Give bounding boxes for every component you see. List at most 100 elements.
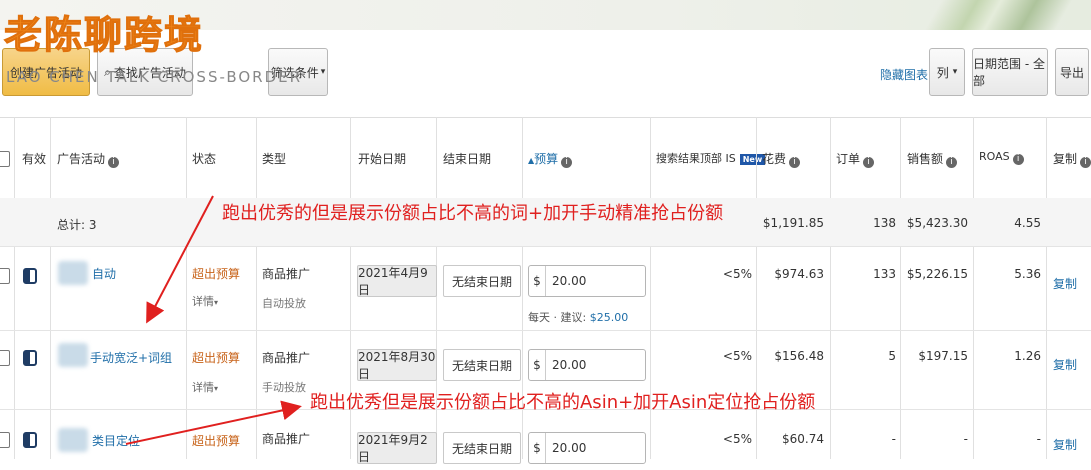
status-detail-label: 详情 [192, 295, 214, 308]
table-row: 自动 超出预算 详情▾ 商品推广 自动投放 2021年4月9日 无结束日期 $ … [0, 247, 1091, 331]
campaign-link[interactable]: 类目定位 [92, 432, 140, 449]
budget-input[interactable]: $ 20.00 [528, 265, 646, 297]
col-type[interactable]: 类型 [262, 150, 286, 167]
sales-value: $5,226.15 [906, 267, 968, 281]
budget-value: 20.00 [552, 441, 587, 455]
info-icon: i [1080, 157, 1091, 168]
col-roas[interactable]: ROAS i [979, 150, 1024, 165]
col-campaign[interactable]: 广告活动 i [57, 150, 120, 168]
copy-link[interactable]: 复制 [1053, 436, 1077, 453]
status-detail-dropdown[interactable]: 详情▾ [192, 293, 218, 309]
status-detail-dropdown[interactable]: 详情▾ [192, 379, 218, 395]
annotation-top: 跑出优秀的但是展示份额占比不高的词+加开手动精准抢占份额 [222, 203, 724, 224]
col-end-date[interactable]: 结束日期 [443, 150, 491, 167]
status-detail-label: 详情 [192, 381, 214, 394]
col-status[interactable]: 状态 [192, 150, 216, 167]
spend-value: $156.48 [774, 349, 824, 363]
watermark-logo: 老陈聊跨境 [3, 13, 205, 58]
enable-toggle[interactable] [23, 432, 37, 448]
currency-symbol: $ [529, 266, 546, 296]
top-of-search-share: <5% [722, 349, 752, 363]
orders-value: 5 [888, 349, 896, 363]
spend-value: $60.74 [782, 432, 824, 446]
orders-value: 133 [873, 267, 896, 281]
table-row: 类目定位 超出预算 商品推广 2021年9月2日 无结束日期 $ 20.00 <… [0, 410, 1091, 470]
info-icon: i [946, 157, 958, 168]
chevron-down-icon: ▾ [952, 67, 958, 77]
info-icon: i [1012, 154, 1024, 165]
col-copy-label: 复制 [1053, 152, 1078, 166]
orders-value: - [891, 432, 896, 446]
totals-sales: $5,423.30 [906, 216, 968, 230]
col-sales-label: 销售额 [907, 152, 944, 166]
col-campaign-label: 广告活动 [57, 152, 106, 166]
col-budget[interactable]: ▲预算 i [528, 150, 573, 168]
campaign-type: 商品推广 [262, 351, 311, 365]
currency-symbol: $ [529, 350, 546, 380]
totals-roas: 4.55 [1014, 216, 1041, 230]
enable-toggle[interactable] [23, 268, 37, 284]
suggestion-link[interactable]: $25.00 [590, 311, 629, 324]
row-checkbox[interactable] [0, 268, 10, 284]
table-header: 有效 广告活动 i 状态 类型 开始日期 结束日期 ▲预算 i 搜索结果顶部 IS N… [0, 117, 1091, 200]
col-spend[interactable]: 花费 i [762, 150, 801, 168]
start-date-field: 2021年9月2日 [357, 432, 437, 464]
row-checkbox[interactable] [0, 432, 10, 448]
col-orders-label: 订单 [836, 152, 861, 166]
end-date-field[interactable]: 无结束日期 [443, 265, 521, 297]
copy-link[interactable]: 复制 [1053, 356, 1077, 373]
col-active: 有效 [22, 152, 47, 166]
status-label: 超出预算 [192, 434, 241, 448]
info-icon: i [108, 157, 120, 168]
status-label: 超出预算 [192, 267, 241, 281]
campaign-type: 商品推广 [262, 267, 311, 281]
campaign-name-redacted [58, 428, 88, 452]
budget-input[interactable]: $ 20.00 [528, 349, 646, 381]
targeting-type: 自动投放 [262, 297, 306, 310]
roas-value: - [1036, 432, 1041, 446]
info-icon: i [863, 157, 875, 168]
hide-chart-link[interactable]: 隐藏图表 [880, 66, 928, 83]
roas-value: 1.26 [1014, 349, 1041, 363]
budget-value: 20.00 [552, 358, 587, 372]
annotation-bottom: 跑出优秀但是展示份额占比不高的Asin+加开Asin定位抢占份额 [310, 392, 816, 413]
info-icon: i [561, 157, 573, 168]
date-range-button[interactable]: 日期范围 - 全部 [972, 48, 1048, 96]
campaign-type: 商品推广 [262, 432, 311, 446]
end-date-field[interactable]: 无结束日期 [443, 432, 521, 464]
chevron-down-icon: ▾ [214, 298, 219, 307]
columns-dropdown[interactable]: 列 ▾ [929, 48, 965, 96]
col-top-of-search[interactable]: 搜索结果顶部 IS New [656, 150, 766, 166]
chevron-down-icon: ▾ [320, 67, 326, 77]
col-copy: 复制 i [1053, 150, 1091, 168]
col-top-of-search-label: 搜索结果顶部 IS [656, 152, 736, 165]
col-orders[interactable]: 订单 i [836, 150, 875, 168]
campaign-name-redacted [58, 261, 88, 285]
start-date-field: 2021年8月30日 [357, 349, 437, 381]
top-of-search-share: <5% [722, 432, 752, 446]
row-checkbox[interactable] [0, 350, 10, 366]
col-roas-label: ROAS [979, 150, 1010, 163]
status-label: 超出预算 [192, 351, 241, 365]
export-button[interactable]: 导出 [1055, 48, 1089, 96]
campaign-name-redacted [58, 343, 88, 367]
col-spend-label: 花费 [762, 152, 787, 166]
leaf-decoration [871, 0, 1091, 30]
end-date-field[interactable]: 无结束日期 [443, 349, 521, 381]
watermark-subtitle: LAO CHEN TALK CROSS-BORDER [6, 68, 303, 86]
budget-value: 20.00 [552, 274, 587, 288]
totals-label: 总计: 3 [57, 218, 97, 232]
col-start-date[interactable]: 开始日期 [358, 150, 406, 167]
columns-label: 列 [936, 65, 949, 80]
campaign-link[interactable]: 自动 [92, 265, 116, 282]
campaign-link[interactable]: 手动宽泛+词组 [90, 349, 172, 366]
enable-toggle[interactable] [23, 350, 37, 366]
info-icon: i [789, 157, 801, 168]
copy-link[interactable]: 复制 [1053, 275, 1077, 292]
select-all-checkbox[interactable] [0, 151, 10, 167]
col-sales[interactable]: 销售额 i [907, 150, 958, 168]
col-budget-label: 预算 [534, 152, 559, 166]
start-date-field: 2021年4月9日 [357, 265, 437, 297]
budget-input[interactable]: $ 20.00 [528, 432, 646, 464]
top-of-search-share: <5% [722, 267, 752, 281]
